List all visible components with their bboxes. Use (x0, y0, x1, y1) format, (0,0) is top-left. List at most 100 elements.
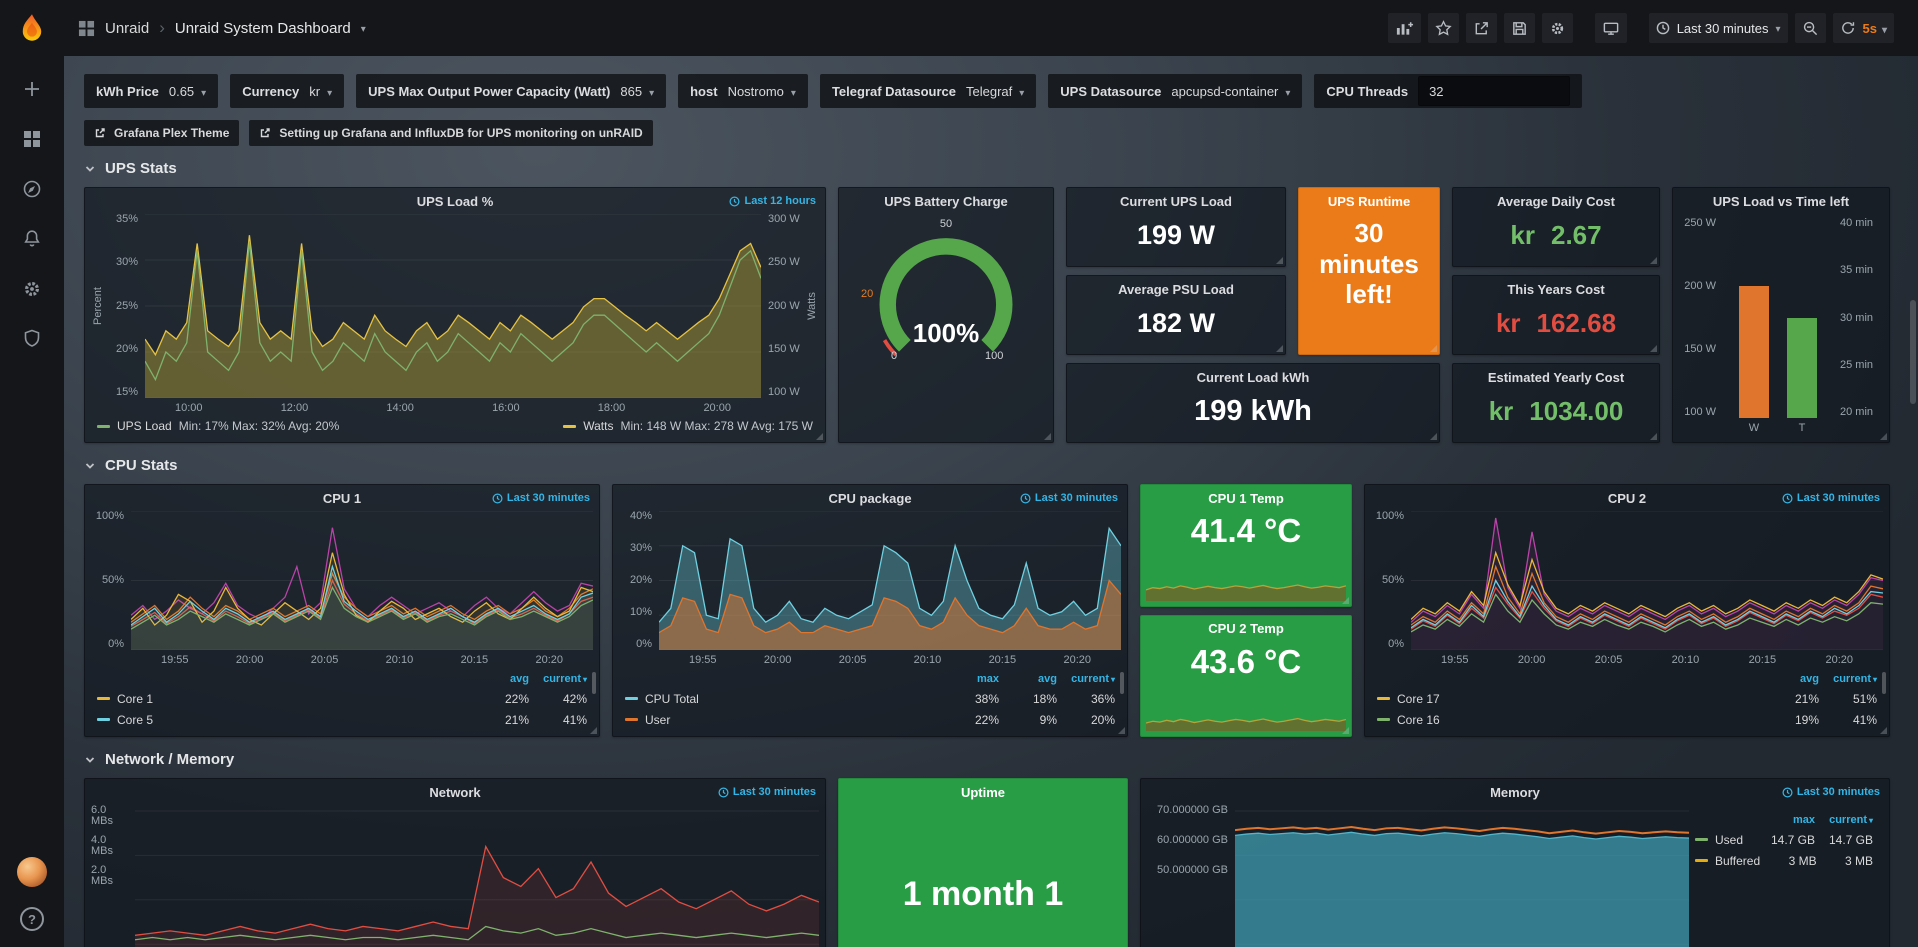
sidebar-item-configuration[interactable] (21, 278, 43, 300)
time-range-badge[interactable]: Last 30 minutes (1020, 492, 1118, 504)
time-range-badge[interactable]: Last 30 minutes (492, 492, 590, 504)
panel-title[interactable]: UPS Battery Charge (839, 188, 1053, 214)
variable-value[interactable]: Telegraf (966, 84, 1024, 99)
legend-header[interactable]: avgcurrent (97, 670, 587, 688)
panel-title[interactable]: Network (85, 779, 825, 805)
stat-value: 199 kWh (1067, 386, 1439, 436)
breadcrumb-dashboard-title[interactable]: Unraid System Dashboard (175, 20, 351, 37)
panel-resize-handle[interactable] (1880, 433, 1887, 440)
variable-value[interactable]: apcupsd-container (1171, 84, 1290, 99)
grafana-logo[interactable] (0, 0, 64, 58)
panel-title[interactable]: Uptime (839, 779, 1127, 805)
panel-resize-handle[interactable] (1276, 345, 1283, 352)
time-range-badge[interactable]: Last 30 minutes (1782, 786, 1880, 798)
variable-value[interactable]: 0.65 (169, 84, 206, 99)
scrollbar-thumb[interactable] (1910, 300, 1916, 404)
legend-scrollbar[interactable] (1882, 672, 1886, 694)
cpu2-chart[interactable] (1411, 511, 1883, 650)
sidebar-item-explore[interactable] (21, 178, 43, 200)
panel-resize-handle[interactable] (1650, 433, 1657, 440)
panel-resize-handle[interactable] (1430, 345, 1437, 352)
network-chart[interactable] (135, 805, 819, 947)
variable-currency[interactable]: Currencykr (230, 74, 344, 108)
panel-title[interactable]: UPS Load vs Time left (1673, 188, 1889, 214)
variable-host[interactable]: hostNostromo (678, 74, 808, 108)
panel-title[interactable]: UPS Runtime (1299, 188, 1439, 214)
share-button[interactable] (1466, 13, 1497, 43)
time-range-button[interactable]: Last 30 minutes (1649, 13, 1788, 43)
sidebar-item-server-admin[interactable] (21, 328, 43, 350)
star-button[interactable] (1428, 13, 1459, 43)
cpu1-chart[interactable] (131, 511, 593, 650)
ups-bars-chart[interactable] (1723, 218, 1833, 418)
panel-resize-handle[interactable] (1650, 345, 1657, 352)
save-button[interactable] (1504, 13, 1535, 43)
variable-value[interactable]: kr (309, 84, 332, 99)
dashboard-settings-button[interactable] (1542, 13, 1573, 43)
cycle-view-button[interactable] (1595, 13, 1627, 43)
section-ups-stats[interactable]: UPS Stats (84, 160, 1890, 177)
panel-resize-handle[interactable] (1342, 597, 1349, 604)
panel-resize-handle[interactable] (1880, 727, 1887, 734)
variable-value[interactable]: 865 (620, 84, 654, 99)
panel-title[interactable]: CPU 1 Temp (1141, 485, 1351, 511)
variable-cpu-threads[interactable]: CPU Threads (1314, 74, 1582, 108)
add-panel-button[interactable] (1388, 13, 1421, 43)
legend-item-watts[interactable]: WattsMin: 148 W Max: 278 W Avg: 175 W (563, 419, 813, 433)
panel-resize-handle[interactable] (1342, 727, 1349, 734)
section-title: UPS Stats (105, 160, 177, 177)
panel-title[interactable]: CPU 2 Temp (1141, 616, 1351, 642)
avatar[interactable] (17, 857, 47, 887)
breadcrumb-app[interactable]: Unraid (105, 20, 149, 37)
chevron-down-icon[interactable] (361, 19, 366, 37)
panel-title[interactable]: Memory (1141, 779, 1889, 805)
variable-ups-datasource[interactable]: UPS Datasourceapcupsd-container (1048, 74, 1302, 108)
time-range-badge[interactable]: Last 30 minutes (718, 786, 816, 798)
section-network-memory[interactable]: Network / Memory (84, 751, 1890, 768)
panel-resize-handle[interactable] (590, 727, 597, 734)
variable-kwh-price[interactable]: kWh Price0.65 (84, 74, 218, 108)
legend-row-cpu-total[interactable]: CPU Total38%18%36% (625, 688, 1115, 709)
panel-resize-handle[interactable] (1118, 727, 1125, 734)
legend-row-core-17[interactable]: Core 1721%51% (1377, 688, 1877, 709)
legend-row-core-16[interactable]: Core 1619%41% (1377, 709, 1877, 730)
refresh-button[interactable]: 5s (1833, 13, 1895, 43)
zoom-out-button[interactable] (1795, 13, 1826, 43)
network-chart-svg (135, 805, 819, 947)
time-range-badge[interactable]: Last 30 minutes (1782, 492, 1880, 504)
memory-chart[interactable] (1235, 805, 1689, 947)
legend-row-buffered[interactable]: Buffered3 MB3 MB (1695, 850, 1873, 871)
cpu-package-chart[interactable] (659, 511, 1121, 650)
dashboard-link-setting-up-grafana-and-influxdb-[interactable]: Setting up Grafana and InfluxDB for UPS … (249, 120, 652, 146)
section-cpu-stats[interactable]: CPU Stats (84, 457, 1890, 474)
panel-resize-handle[interactable] (816, 433, 823, 440)
panel-resize-handle[interactable] (1430, 433, 1437, 440)
legend-row-core-1[interactable]: Core 122%42% (97, 688, 587, 709)
legend-item-ups-load[interactable]: UPS LoadMin: 17% Max: 32% Avg: 20% (97, 419, 339, 433)
legend-row-user[interactable]: User22%9%20% (625, 709, 1115, 730)
legend-scrollbar[interactable] (1120, 672, 1124, 694)
legend-scrollbar[interactable] (592, 672, 596, 694)
panel-resize-handle[interactable] (1044, 433, 1051, 440)
panel-resize-handle[interactable] (1276, 257, 1283, 264)
panel-title[interactable]: UPS Load % (85, 188, 825, 214)
refresh-interval-dropdown[interactable]: 5s (1863, 21, 1888, 36)
variable-ups-max-output-power-capacity-watt[interactable]: UPS Max Output Power Capacity (Watt)865 (356, 74, 666, 108)
help-icon[interactable] (20, 907, 44, 931)
variable-telegraf-datasource[interactable]: Telegraf DatasourceTelegraf (820, 74, 1036, 108)
sidebar-item-alerting[interactable] (21, 228, 43, 250)
dashboard-link-grafana-plex-theme[interactable]: Grafana Plex Theme (84, 120, 239, 146)
legend-row-used[interactable]: Used14.7 GB14.7 GB (1695, 829, 1873, 850)
legend-header[interactable]: maxavgcurrent (625, 670, 1115, 688)
sidebar-item-dashboards[interactable] (21, 128, 43, 150)
variable-input-cpu-threads[interactable] (1418, 76, 1570, 106)
sidebar-item-create[interactable] (21, 78, 43, 100)
legend-row-core-5[interactable]: Core 521%41% (97, 709, 587, 730)
panel-resize-handle[interactable] (1650, 257, 1657, 264)
legend-header[interactable]: avgcurrent (1377, 670, 1877, 688)
variable-value[interactable]: Nostromo (728, 84, 796, 99)
legend-header[interactable]: maxcurrent (1695, 811, 1873, 829)
ups-load-chart[interactable] (145, 214, 761, 398)
battery-gauge[interactable]: 50 0 100 20 100% (839, 216, 1053, 442)
time-range-badge[interactable]: Last 12 hours (729, 195, 816, 207)
